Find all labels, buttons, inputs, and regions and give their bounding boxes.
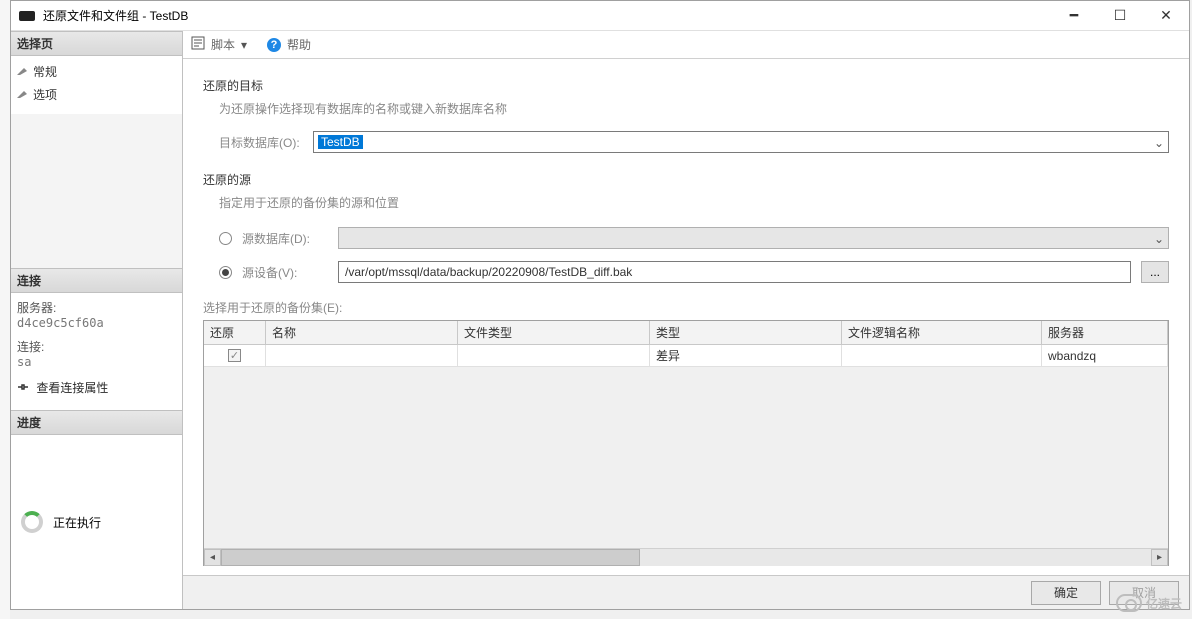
target-db-label: 目标数据库(O): [219, 134, 305, 151]
grid-header: 还原 名称 文件类型 类型 文件逻辑名称 服务器 [204, 321, 1168, 345]
ellipsis-icon: ... [1150, 265, 1160, 279]
restore-checkbox[interactable]: ✓ [228, 349, 241, 362]
backup-sets-grid: 还原 名称 文件类型 类型 文件逻辑名称 服务器 ✓ 差异 wbandzq [203, 320, 1169, 566]
sidebar: 选择页 常规 选项 连接 服务器: d4ce9c5cf60a 连接: sa 查看… [11, 31, 183, 609]
col-restore[interactable]: 还原 [204, 321, 266, 345]
radio-source-device[interactable] [219, 266, 232, 279]
col-name[interactable]: 名称 [266, 321, 458, 345]
close-button[interactable]: ✕ [1143, 1, 1189, 30]
cell-server: wbandzq [1042, 345, 1168, 367]
minimize-button[interactable]: ━ [1051, 1, 1097, 30]
select-page-header: 选择页 [11, 31, 182, 56]
restore-source-desc: 指定用于还原的备份集的源和位置 [219, 194, 1169, 211]
view-connection-properties[interactable]: 查看连接属性 [17, 379, 176, 396]
chevron-down-icon: ⌄ [1154, 136, 1164, 150]
radio-source-database[interactable] [219, 232, 232, 245]
grid-empty-area [204, 367, 1168, 548]
restore-target-desc: 为还原操作选择现有数据库的名称或键入新数据库名称 [219, 100, 1169, 117]
source-db-combo: ⌄ [338, 227, 1169, 249]
cell-name [266, 345, 458, 367]
content-panel: 脚本 ▾ ? 帮助 还原的目标 为还原操作选择现有数据库的名称或键入新数据库名称… [183, 31, 1189, 609]
connection-icon [17, 381, 29, 396]
spinner-icon [21, 511, 43, 533]
maximize-button[interactable]: ☐ [1097, 1, 1143, 30]
grid-hscrollbar[interactable]: ◂ ▸ [204, 548, 1168, 565]
sidebar-page-general[interactable]: 常规 [15, 60, 178, 83]
login-value: sa [17, 355, 176, 369]
titlebar: 还原文件和文件组 - TestDB ━ ☐ ✕ [11, 1, 1189, 31]
target-db-combo[interactable]: TestDB ⌄ [313, 131, 1169, 153]
server-label: 服务器: [17, 299, 176, 316]
backup-sets-label: 选择用于还原的备份集(E): [203, 299, 1169, 316]
window-title: 还原文件和文件组 - TestDB [43, 7, 1051, 24]
help-icon: ? [267, 38, 281, 52]
script-button[interactable]: 脚本 [211, 36, 235, 53]
server-value: d4ce9c5cf60a [17, 316, 176, 330]
device-path-input[interactable]: /var/opt/mssql/data/backup/20220908/Test… [338, 261, 1131, 283]
target-db-value: TestDB [318, 135, 363, 149]
dialog-window: 还原文件和文件组 - TestDB ━ ☐ ✕ 选择页 常规 选项 连接 服务器… [10, 0, 1190, 610]
grid-row[interactable]: ✓ 差异 wbandzq [204, 345, 1168, 367]
toolbar: 脚本 ▾ ? 帮助 [183, 31, 1189, 59]
progress-status: 正在执行 [53, 514, 101, 531]
col-logical[interactable]: 文件逻辑名称 [842, 321, 1042, 345]
ok-button[interactable]: 确定 [1031, 581, 1101, 605]
cell-logical [842, 345, 1042, 367]
app-icon [19, 11, 35, 21]
sidebar-page-options[interactable]: 选项 [15, 83, 178, 106]
radio-source-database-label: 源数据库(D): [242, 230, 328, 247]
help-button[interactable]: 帮助 [287, 36, 311, 53]
browse-device-button[interactable]: ... [1141, 261, 1169, 283]
dialog-footer: 确定 取消 [183, 575, 1189, 609]
col-filetype[interactable]: 文件类型 [458, 321, 650, 345]
script-dropdown-chevron[interactable]: ▾ [241, 38, 247, 52]
chevron-down-icon: ⌄ [1154, 232, 1164, 246]
radio-source-device-label: 源设备(V): [242, 264, 328, 281]
connection-header: 连接 [11, 268, 182, 293]
col-type[interactable]: 类型 [650, 321, 842, 345]
login-label: 连接: [17, 338, 176, 355]
cell-filetype [458, 345, 650, 367]
script-icon [191, 36, 205, 53]
restore-source-group: 还原的源 [203, 171, 1169, 188]
scroll-thumb[interactable] [221, 549, 640, 566]
scroll-left-button[interactable]: ◂ [204, 549, 221, 566]
progress-header: 进度 [11, 410, 182, 435]
restore-target-group: 还原的目标 [203, 77, 1169, 94]
scroll-right-button[interactable]: ▸ [1151, 549, 1168, 566]
cancel-button[interactable]: 取消 [1109, 581, 1179, 605]
cell-type: 差异 [650, 345, 842, 367]
col-server[interactable]: 服务器 [1042, 321, 1168, 345]
